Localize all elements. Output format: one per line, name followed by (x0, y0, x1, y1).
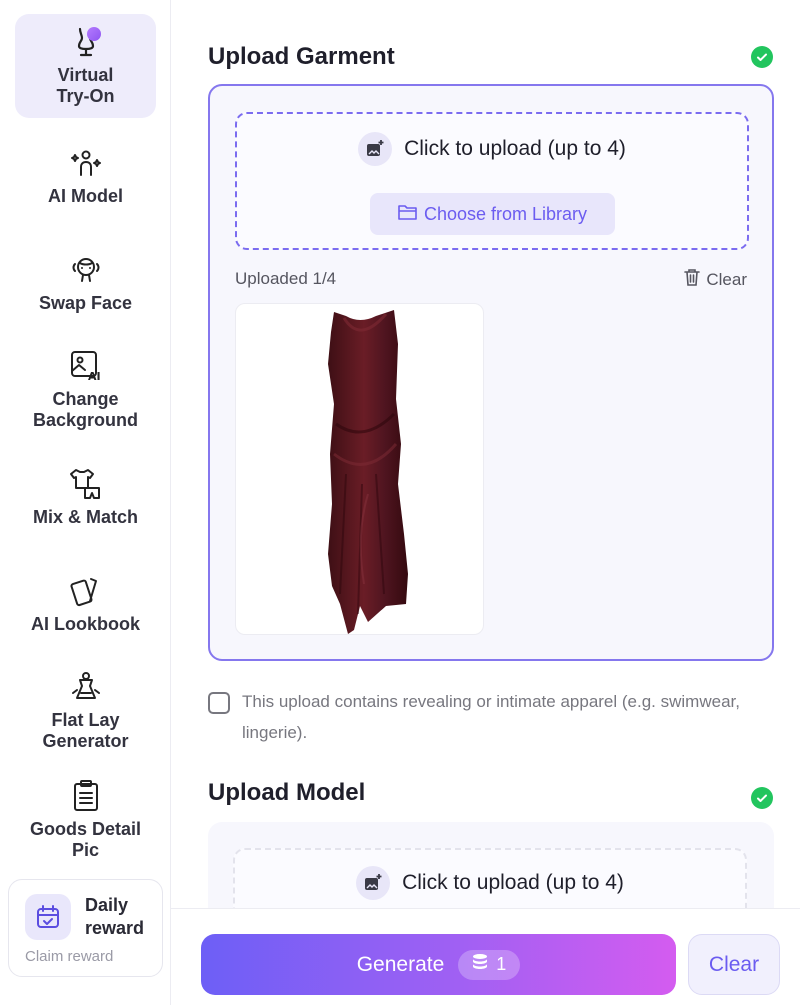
sidebar-item-label: Goods Detail (29, 819, 141, 839)
model-upload-text: Click to upload (up to 4) (402, 871, 624, 894)
burgundy-dress-image (328, 310, 408, 634)
reward-title: reward (85, 918, 145, 938)
daily-reward-card[interactable]: Daily reward Claim reward (8, 879, 163, 977)
reward-title: Daily (85, 895, 129, 915)
clothes-icon (69, 467, 103, 501)
clear-uploads-label: Clear (706, 269, 747, 289)
image-add-icon (356, 866, 391, 900)
mannequin-icon (69, 25, 103, 59)
garment-thumbnail[interactable] (235, 303, 484, 635)
model-upload-panel: Click to upload (up to 4) (208, 822, 774, 928)
upload-model-title: Upload Model (208, 779, 366, 806)
sidebar-item-label: Try-On (56, 86, 115, 106)
calendar-check-icon (25, 894, 71, 940)
sidebar-item-label: Background (32, 410, 138, 430)
choose-from-library-label: Choose from Library (423, 203, 588, 224)
credit-cost-badge: 1 (458, 949, 521, 980)
garment-upload-text: Click to upload (up to 4) (404, 137, 626, 160)
sidebar: Virtual Try-On AI Model Swap Face AI Cha… (0, 0, 171, 1005)
image-add-icon (358, 132, 393, 166)
model-complete-check-icon (751, 787, 773, 809)
garment-upload-panel: Click to upload (up to 4) Choose from Li… (208, 84, 774, 661)
folder-icon (398, 203, 418, 226)
sidebar-item-virtual-try-on[interactable]: Virtual Try-On (15, 14, 156, 118)
garment-dropzone[interactable]: Click to upload (up to 4) Choose from Li… (235, 112, 749, 250)
sidebar-item-label: Pic (71, 840, 99, 860)
bottom-action-bar: Generate 1 Clear (171, 908, 800, 1005)
trash-icon (684, 268, 701, 291)
sidebar-item-ai-lookbook[interactable]: AI Lookbook (15, 564, 156, 644)
credit-cost-value: 1 (496, 954, 507, 974)
clear-uploads-button[interactable]: Clear (684, 268, 747, 291)
sidebar-item-swap-face[interactable]: Swap Face (15, 243, 156, 323)
intimate-apparel-consent: This upload contains revealing or intima… (208, 690, 748, 748)
cards-icon (69, 574, 103, 608)
uploaded-count: Uploaded 1/4 (235, 269, 337, 288)
svg-text:AI: AI (88, 370, 101, 383)
sidebar-item-label: Flat Lay (51, 710, 120, 730)
face-swap-icon (69, 253, 103, 287)
sidebar-item-label: Change (52, 389, 119, 409)
generate-button[interactable]: Generate 1 (201, 934, 676, 995)
ai-image-icon: AI (69, 349, 103, 383)
sidebar-item-label: Virtual (57, 65, 114, 85)
intimate-apparel-checkbox[interactable] (208, 692, 230, 714)
sidebar-item-change-background[interactable]: AI Change Background (15, 340, 156, 440)
sidebar-item-label: AI Lookbook (31, 613, 140, 634)
sidebar-item-flat-lay-generator[interactable]: Flat Lay Generator (15, 662, 156, 760)
sidebar-item-goods-detail-pic[interactable]: Goods Detail Pic (15, 770, 156, 870)
garment-complete-check-icon (751, 46, 773, 68)
claim-reward-link[interactable]: Claim reward (25, 948, 113, 965)
clear-button[interactable]: Clear (688, 934, 780, 995)
clipboard-icon (69, 779, 103, 813)
generate-label: Generate (356, 952, 445, 976)
flat-lay-icon (69, 670, 103, 704)
coins-icon (472, 953, 488, 976)
ai-person-icon (69, 146, 103, 180)
sidebar-item-label: Generator (42, 731, 129, 751)
sidebar-item-ai-model[interactable]: AI Model (15, 136, 156, 216)
active-indicator-dot (86, 27, 101, 41)
sidebar-item-label: Swap Face (38, 292, 133, 313)
upload-garment-title: Upload Garment (208, 43, 395, 70)
sidebar-item-label: AI Model (48, 185, 123, 206)
sidebar-item-label: Mix & Match (32, 506, 138, 527)
choose-from-library-button[interactable]: Choose from Library (370, 193, 615, 235)
consent-text: This upload contains revealing or intima… (242, 692, 740, 742)
sidebar-item-mix-match[interactable]: Mix & Match (15, 457, 156, 537)
